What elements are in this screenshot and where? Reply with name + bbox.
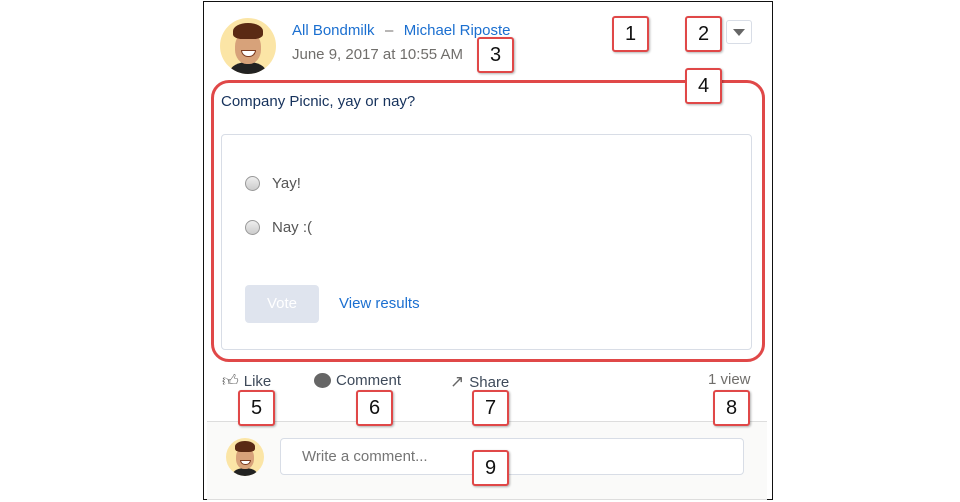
like-button[interactable]: 👍︎ Like	[222, 372, 271, 391]
highlight-outline	[211, 80, 765, 362]
chevron-down-icon	[733, 29, 745, 36]
callout-2: 2	[685, 16, 722, 52]
comment-label: Comment	[336, 372, 402, 389]
speech-bubble-icon	[314, 373, 331, 388]
current-user-avatar	[226, 438, 264, 476]
callout-6: 6	[356, 390, 393, 426]
callout-5: 5	[238, 390, 275, 426]
comment-button[interactable]: Comment	[314, 372, 401, 389]
separator: –	[384, 22, 394, 39]
share-label: Share	[469, 373, 510, 391]
group-link[interactable]: All Bondmilk	[292, 22, 375, 39]
callout-7: 7	[472, 390, 509, 426]
callout-4: 4	[685, 68, 722, 104]
callout-1: 1	[612, 16, 649, 52]
callout-8: 8	[713, 390, 750, 426]
author-avatar[interactable]	[220, 18, 276, 74]
like-label: Like	[243, 373, 272, 390]
view-count: 1 view	[708, 371, 751, 388]
share-icon: ↗	[450, 372, 465, 391]
callout-9: 9	[472, 450, 509, 486]
comment-input[interactable]	[280, 438, 744, 475]
thumbs-up-icon: 👍︎	[222, 373, 239, 390]
post-timestamp[interactable]: June 9, 2017 at 10:55 AM	[292, 46, 463, 63]
post-menu-button[interactable]	[726, 20, 752, 44]
callout-3: 3	[477, 37, 514, 73]
share-button[interactable]: ↗ Share	[450, 372, 509, 392]
